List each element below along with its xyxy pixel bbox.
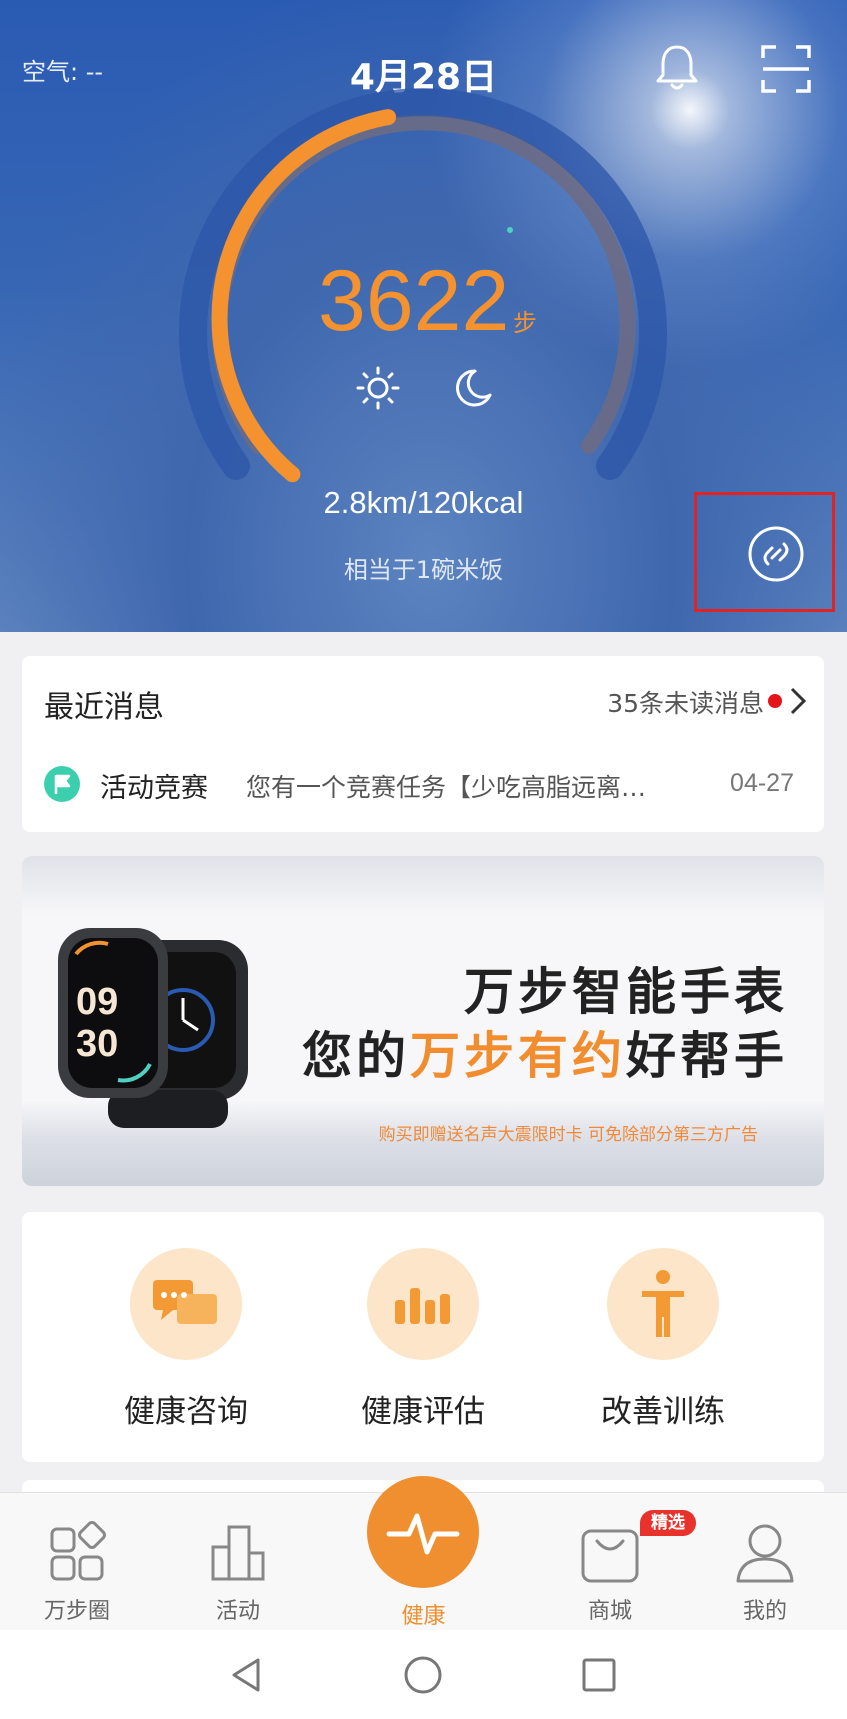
sun-icon[interactable] <box>356 366 400 410</box>
home-icon[interactable] <box>400 1652 446 1698</box>
banner-subheadline: 您的万步有约好帮手 <box>302 1027 788 1085</box>
unread-dot <box>768 694 782 708</box>
services-card: 健康咨询 健康评估 改善训练 <box>22 1212 824 1462</box>
step-count: 3622 <box>318 253 510 349</box>
pulse-icon <box>386 1513 460 1555</box>
message-text[interactable]: 您有一个竞赛任务【少吃高脂远离… <box>246 768 716 804</box>
service-health-consult[interactable]: 健康咨询 <box>86 1248 286 1431</box>
step-unit: 步 <box>513 309 537 337</box>
moon-icon[interactable] <box>453 367 493 409</box>
nav-health-button[interactable] <box>367 1476 479 1588</box>
nav-health-label[interactable]: 健康 <box>0 1598 847 1630</box>
smartwatch-image: 09 30 <box>58 928 248 1128</box>
unread-count[interactable]: 35条未读消息 <box>607 684 764 720</box>
circle-apps-icon <box>50 1521 106 1581</box>
messages-title: 最近消息 <box>44 690 164 725</box>
service-label: 健康评估 <box>361 1394 485 1430</box>
highlight-box <box>694 492 835 612</box>
chat-icon <box>153 1280 217 1324</box>
flag-icon <box>44 766 80 802</box>
system-nav-bar <box>0 1630 847 1719</box>
back-icon[interactable] <box>224 1652 270 1698</box>
message-category[interactable]: 活动竞赛 <box>100 766 208 805</box>
user-icon <box>736 1524 794 1583</box>
service-label: 改善训练 <box>601 1394 725 1430</box>
service-health-assess[interactable]: 健康评估 <box>323 1248 523 1431</box>
banner-note: 购买即赠送名声大震限时卡 可免除部分第三方广告 <box>378 1125 758 1145</box>
buildings-icon <box>211 1525 265 1581</box>
shopping-bag-icon <box>581 1529 639 1583</box>
recents-icon[interactable] <box>576 1652 622 1698</box>
message-date: 04-27 <box>730 769 794 797</box>
watch-minute: 30 <box>76 1023 118 1065</box>
service-label: 健康咨询 <box>124 1394 248 1430</box>
watch-promo-banner[interactable]: 09 30 万步智能手表 您的万步有约好帮手 购买即赠送名声大震限时卡 可免除部… <box>22 856 824 1186</box>
person-exercise-icon <box>642 1270 684 1337</box>
banner-headline: 万步智能手表 <box>464 963 788 1021</box>
watch-hour: 09 <box>76 981 118 1023</box>
bar-chart-icon <box>395 1288 450 1324</box>
recent-messages-card[interactable]: 最近消息 35条未读消息 活动竞赛 您有一个竞赛任务【少吃高脂远离… 04-27 <box>22 656 824 832</box>
chevron-right-icon[interactable] <box>788 686 808 716</box>
service-improve-training[interactable]: 改善训练 <box>563 1248 763 1431</box>
featured-badge: 精选 <box>640 1510 696 1536</box>
